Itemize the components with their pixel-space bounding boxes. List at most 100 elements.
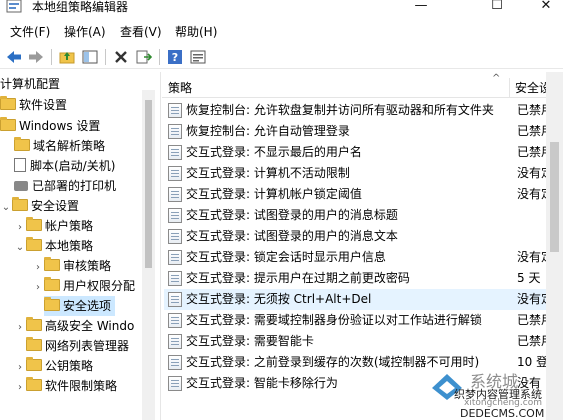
tree-item-network-list-manager[interactable]: 网络列表管理器	[14, 336, 129, 356]
minimize-button[interactable]: —	[398, 0, 444, 14]
tree-item-public-key-policies[interactable]: › 公钥策略	[14, 356, 93, 376]
menu-action[interactable]: 操作(A)	[64, 24, 106, 40]
shield-folder-icon	[12, 197, 28, 211]
tree-item-deployed-printers[interactable]: 已部署的打印机	[14, 176, 116, 196]
menu-help[interactable]: 帮助(H)	[175, 24, 217, 40]
tree-item-label: 高级安全 Windo	[45, 319, 135, 333]
policy-icon	[168, 334, 182, 349]
tree-item-label: 用户权限分配	[63, 279, 136, 293]
policy-name: 恢复控制台: 允许软盘复制并访问所有驱动器和所有文件夹	[186, 103, 494, 117]
policy-row[interactable]: 交互式登录: 计算机帐户锁定阈值 没有定	[164, 184, 563, 205]
policy-row[interactable]: 交互式登录: 计算机不活动限制 没有定	[164, 163, 563, 184]
forward-arrow-icon[interactable]	[27, 48, 45, 66]
policy-row[interactable]: 交互式登录: 锁定会话时显示用户信息 没有定	[164, 247, 563, 268]
policy-name: 交互式登录: 不显示最后的用户名	[186, 145, 362, 159]
policy-row[interactable]: 恢复控制台: 允许自动管理登录 已禁用	[164, 121, 563, 142]
toolbar-separator	[159, 49, 160, 65]
policy-icon	[168, 208, 182, 223]
chevron-right-icon[interactable]: ›	[14, 318, 26, 338]
folder-icon	[44, 297, 60, 311]
maximize-button[interactable]: ☐	[474, 0, 520, 14]
tree-item-software-restriction[interactable]: › 软件限制策略	[14, 376, 117, 396]
toolbar-separator	[51, 49, 52, 65]
column-separator[interactable]	[509, 78, 510, 98]
delete-icon[interactable]	[112, 48, 130, 66]
policy-name: 交互式登录: 提示用户在过期之前更改密码	[186, 271, 410, 285]
chevron-right-icon[interactable]: ›	[14, 378, 26, 398]
policy-icon	[168, 250, 182, 265]
chevron-right-icon[interactable]: ›	[14, 218, 26, 238]
policy-icon	[168, 376, 182, 391]
policy-row[interactable]: 交互式登录: 需要域控制器身份验证以对工作站进行解锁 已禁用	[164, 310, 563, 331]
printer-icon	[14, 181, 28, 191]
policy-icon	[168, 103, 182, 118]
export-list-icon[interactable]	[135, 48, 153, 66]
show-hide-tree-icon[interactable]	[81, 48, 99, 66]
tree-item-dns-policy[interactable]: 域名解析策略	[14, 136, 105, 156]
folder-icon	[0, 117, 16, 131]
folder-icon	[26, 217, 42, 231]
tree-item-label: 审核策略	[63, 259, 112, 273]
tree-item-security-settings[interactable]: ⌄ 安全设置	[0, 196, 79, 216]
policy-name: 交互式登录: 计算机不活动限制	[186, 166, 350, 180]
policy-icon	[168, 355, 182, 370]
up-folder-icon[interactable]	[58, 48, 76, 66]
toolbar: ?	[0, 45, 563, 69]
tree-item-label: 帐户策略	[45, 219, 94, 233]
policy-row-selected[interactable]: 交互式登录: 无须按 Ctrl+Alt+Del 没有定	[164, 289, 563, 310]
folder-icon	[26, 317, 42, 331]
window-title: 本地组策略编辑器	[32, 0, 129, 14]
tree-item-audit-policy[interactable]: › 审核策略	[32, 256, 111, 276]
column-header-policy[interactable]: 策略	[168, 80, 192, 96]
tree-item-label: 已部署的打印机	[32, 179, 117, 193]
tree-item-security-options[interactable]: 安全选项	[44, 296, 116, 316]
chevron-down-icon[interactable]: ⌄	[14, 238, 26, 258]
policy-row[interactable]: 交互式登录: 需要智能卡 已禁用	[164, 331, 563, 352]
menu-view[interactable]: 查看(V)	[120, 24, 162, 40]
policy-name: 交互式登录: 试图登录的用户的消息文本	[186, 229, 398, 243]
back-arrow-icon[interactable]	[5, 48, 23, 66]
menu-bar: 文件(F) 操作(A) 查看(V) 帮助(H)	[0, 22, 563, 43]
tree-item-advanced-firewall[interactable]: › 高级安全 Windo	[14, 316, 134, 336]
chevron-right-icon[interactable]: ›	[32, 258, 44, 278]
folder-icon	[26, 237, 42, 251]
tree-scroll-thumb[interactable]	[145, 100, 152, 268]
list-scroll-thumb[interactable]	[550, 142, 559, 252]
policy-icon	[168, 292, 182, 307]
chevron-right-icon[interactable]: ›	[14, 358, 26, 378]
tree-item-account-policies[interactable]: › 帐户策略	[14, 216, 93, 236]
tree-item-label: 软件设置	[19, 98, 68, 112]
folder-icon	[26, 357, 42, 371]
policy-setting: 5 天	[517, 271, 541, 285]
policy-name: 交互式登录: 试图登录的用户的消息标题	[186, 208, 398, 222]
policy-icon	[168, 187, 182, 202]
folder-icon	[26, 337, 42, 351]
close-button[interactable]: ✕	[523, 0, 563, 14]
tree-item-local-policies[interactable]: ⌄ 本地策略	[14, 236, 93, 256]
tree-scrollbar[interactable]	[142, 90, 155, 420]
tree-item-label: 安全设置	[31, 199, 80, 213]
policy-name: 恢复控制台: 允许自动管理登录	[186, 124, 350, 138]
tree-item-label: 域名解析策略	[33, 139, 106, 153]
pane-splitter[interactable]	[160, 72, 161, 420]
menu-file[interactable]: 文件(F)	[10, 24, 50, 40]
policy-name: 交互式登录: 锁定会话时显示用户信息	[186, 250, 386, 264]
folder-icon	[0, 96, 16, 110]
tree-item-user-rights[interactable]: › 用户权限分配	[32, 276, 135, 296]
policy-row[interactable]: 交互式登录: 提示用户在过期之前更改密码 5 天	[164, 268, 563, 289]
policy-row[interactable]: 交互式登录: 试图登录的用户的消息文本	[164, 226, 563, 247]
chevron-right-icon[interactable]: ›	[32, 278, 44, 298]
tree-item-software-settings[interactable]: 软件设置	[0, 95, 67, 115]
properties-icon[interactable]	[189, 48, 207, 66]
tree-item-windows-settings[interactable]: Windows 设置	[0, 116, 100, 136]
help-icon[interactable]: ?	[166, 48, 184, 66]
tree-item-scripts[interactable]: 脚本(启动/关机)	[14, 156, 115, 176]
chevron-down-icon[interactable]: ⌄	[0, 198, 12, 218]
tree-item-label: 脚本(启动/关机)	[30, 159, 116, 173]
watermark: 系统城 织梦内容管理系统 xitongcheng.com DEDECMS.COM	[430, 368, 563, 420]
tree-item-computer-config[interactable]: 计算机配置	[0, 74, 60, 94]
policy-icon	[168, 313, 182, 328]
policy-row[interactable]: 交互式登录: 试图登录的用户的消息标题	[164, 205, 563, 226]
policy-row[interactable]: 恢复控制台: 允许软盘复制并访问所有驱动器和所有文件夹 已禁用	[164, 100, 563, 121]
policy-row[interactable]: 交互式登录: 不显示最后的用户名 已禁用	[164, 142, 563, 163]
